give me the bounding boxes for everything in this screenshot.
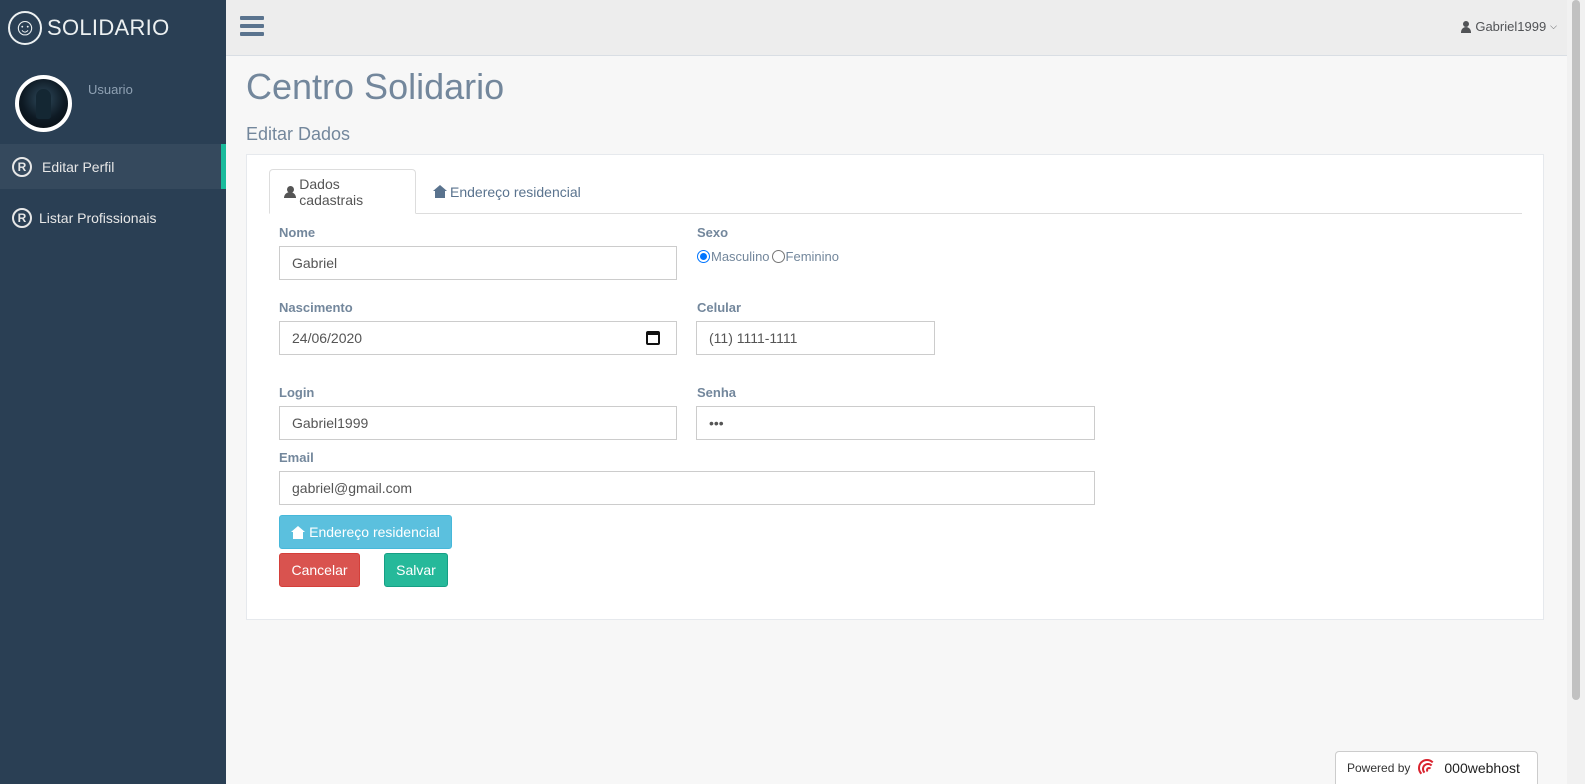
sidebar-item-listar-profissionais[interactable]: R Listar Profissionais (0, 195, 226, 240)
sidebar: ☺ SOLIDARIO Usuario R Editar Perfil R Li… (0, 0, 226, 784)
senha-label: Senha (697, 385, 737, 400)
tab-label: Endereço residencial (450, 183, 581, 200)
username: Gabriel1999 (1475, 19, 1547, 34)
top-navbar: Gabriel1999 ⌵ (226, 0, 1567, 56)
sidebar-item-label: Editar Perfil (42, 158, 115, 175)
calendar-icon[interactable] (646, 331, 660, 345)
nome-label: Nome (279, 225, 316, 240)
tab-bar: Dados cadastrais Endereço residencial (269, 169, 1522, 214)
page-title: Centro Solidario (246, 66, 505, 107)
endereco-residencial-button[interactable]: Endereço residencial (279, 515, 452, 549)
webhost-logo-icon (1418, 759, 1440, 777)
powered-by-badge[interactable]: Powered by 000webhost (1335, 751, 1538, 784)
home-icon (291, 525, 306, 539)
brand-title: SOLIDARIO (47, 15, 170, 40)
chevron-down-icon: ⌵ (1550, 21, 1557, 31)
nascimento-date-input[interactable]: 24/06/2020 (279, 321, 677, 355)
brand[interactable]: ☺ SOLIDARIO (0, 0, 226, 56)
user-menu[interactable]: Gabriel1999 ⌵ (1461, 19, 1557, 34)
hamburger-icon[interactable] (240, 16, 264, 36)
avatar-image (19, 79, 68, 128)
tab-label: Dados cadastrais (299, 175, 364, 208)
tab-endereco-residencial[interactable]: Endereço residencial (419, 169, 595, 214)
email-label: Email (279, 450, 314, 465)
sexo-label: Sexo (697, 225, 729, 240)
profile: Usuario (0, 56, 226, 144)
celular-input[interactable]: (11) 1111-1111 (696, 321, 935, 355)
user-icon (284, 185, 297, 198)
user-icon (1461, 20, 1472, 33)
sidebar-item-label: Listar Profissionais (39, 209, 157, 226)
sidebar-item-editar-perfil[interactable]: R Editar Perfil (0, 144, 226, 189)
nome-input[interactable]: Gabriel (279, 246, 677, 280)
cancel-button[interactable]: Cancelar (279, 553, 360, 587)
scrollbar[interactable] (1567, 0, 1585, 784)
avatar[interactable] (15, 75, 72, 132)
login-label: Login (279, 385, 315, 400)
scrollbar-thumb[interactable] (1572, 0, 1580, 700)
host-name: 000webhost (1444, 760, 1520, 776)
profile-label: Usuario (88, 82, 133, 97)
radio-feminino-label: Feminino (785, 249, 839, 264)
celular-label: Celular (697, 300, 742, 315)
radio-masculino-label: Masculino (711, 249, 770, 264)
login-input[interactable]: Gabriel1999 (279, 406, 677, 440)
radio-masculino[interactable] (697, 250, 710, 263)
registered-icon: R (12, 207, 32, 228)
email-input[interactable]: gabriel@gmail.com (279, 471, 1095, 505)
registered-icon: R (12, 156, 32, 177)
section-title: Editar Dados (246, 124, 351, 144)
smiley-icon: ☺ (8, 11, 42, 45)
powered-by-text: Powered by (1347, 761, 1411, 775)
home-icon (433, 185, 447, 198)
form-panel: Dados cadastrais Endereço residencial No… (246, 154, 1544, 620)
senha-input[interactable]: ••• (696, 406, 1095, 440)
nascimento-label: Nascimento (279, 300, 353, 315)
save-button[interactable]: Salvar (384, 553, 448, 587)
radio-feminino[interactable] (771, 250, 785, 263)
sexo-radio-group: Masculino Feminino (697, 249, 839, 264)
tab-dados-cadastrais[interactable]: Dados cadastrais (269, 169, 416, 214)
